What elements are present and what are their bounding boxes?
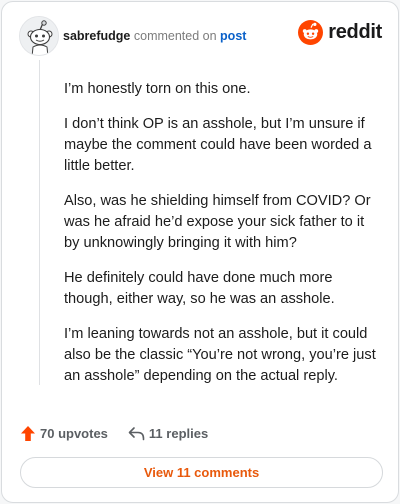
comment-body: I’m honestly torn on this one. I don’t t… bbox=[64, 79, 382, 401]
comment-header: sabrefudge commented on post reddit bbox=[19, 16, 382, 56]
default-avatar-icon bbox=[20, 17, 58, 55]
comment-paragraph: He definitely could have done much more … bbox=[64, 270, 335, 307]
username-link[interactable]: sabrefudge bbox=[63, 29, 130, 43]
upvote-count: 70 upvotes bbox=[40, 425, 108, 441]
comment-paragraph: I’m leaning towards not an asshole, but … bbox=[64, 326, 376, 384]
comment-actions: 70 upvotes 11 replies bbox=[20, 422, 208, 444]
comment-paragraph: Also, was he shielding himself from COVI… bbox=[64, 193, 371, 251]
post-link[interactable]: post bbox=[220, 29, 246, 43]
avatar[interactable] bbox=[19, 16, 59, 56]
upvote-button[interactable]: 70 upvotes bbox=[20, 425, 108, 442]
upvote-arrow-icon bbox=[21, 425, 35, 441]
replies-button[interactable]: 11 replies bbox=[128, 426, 208, 441]
comment-action-text: commented on bbox=[133, 29, 217, 43]
reddit-wordmark: reddit bbox=[328, 21, 382, 43]
comment-meta: sabrefudge commented on post bbox=[63, 29, 246, 43]
reddit-snoo-icon bbox=[298, 19, 324, 45]
reply-arrow-icon bbox=[128, 426, 145, 440]
comment-paragraph: I’m honestly torn on this one. bbox=[64, 81, 251, 97]
comment-card: sabrefudge commented on post reddit I’m … bbox=[1, 1, 399, 503]
view-comments-button[interactable]: View 11 comments bbox=[20, 457, 383, 488]
replies-count: 11 replies bbox=[148, 425, 209, 441]
reddit-logo[interactable]: reddit bbox=[298, 19, 382, 45]
comment-paragraph: I don’t think OP is an asshole, but I’m … bbox=[64, 116, 372, 174]
thread-line[interactable] bbox=[39, 60, 40, 385]
